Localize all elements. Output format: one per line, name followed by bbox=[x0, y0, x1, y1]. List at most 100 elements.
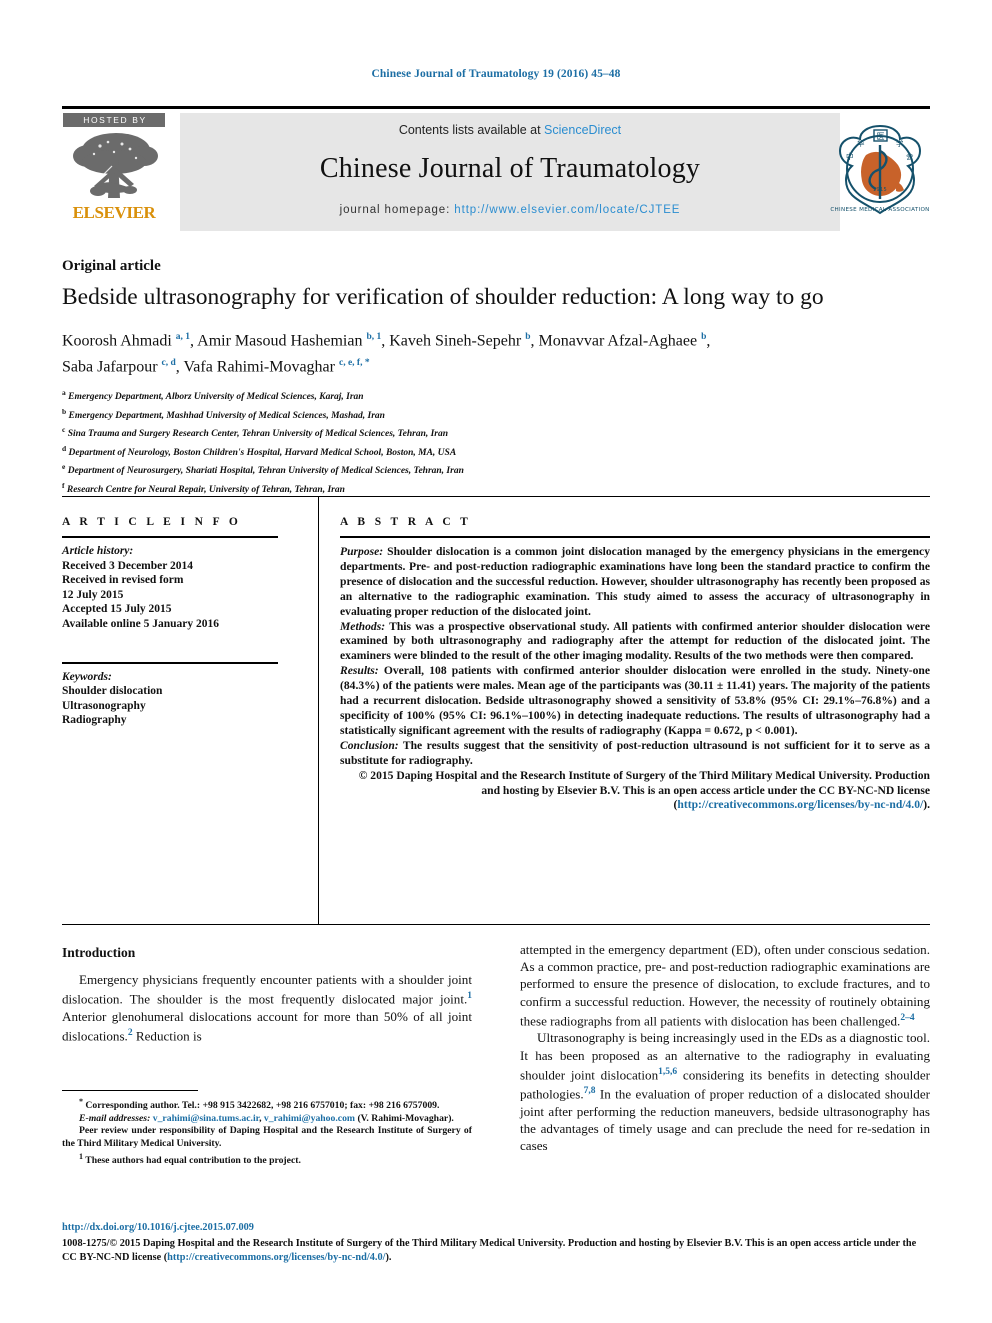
abstract-copyright: © 2015 Daping Hospital and the Research … bbox=[340, 769, 930, 814]
cc-license-link[interactable]: http://creativecommons.org/licenses/by-n… bbox=[677, 798, 923, 811]
footnotes-block: * Corresponding author. Tel.: +98 915 34… bbox=[62, 1096, 472, 1167]
svg-text:中: 中 bbox=[846, 151, 854, 161]
affiliation-text: Department of Neurosurgery, Shariati Hos… bbox=[67, 466, 464, 477]
elsevier-wordmark: ELSEVIER bbox=[72, 203, 156, 222]
citation-ref[interactable]: 1,5,6 bbox=[658, 1067, 677, 1077]
affiliation-text: Emergency Department, Mashhad University… bbox=[68, 410, 385, 421]
author-6-affil-marks: c, e, f, * bbox=[338, 358, 370, 369]
citation-ref[interactable]: 7,8 bbox=[584, 1086, 596, 1096]
affiliation-text: Sina Trauma and Surgery Research Center,… bbox=[67, 429, 449, 440]
footnote-corresponding-text: Corresponding author. Tel.: +98 915 3422… bbox=[83, 1100, 440, 1112]
history-item: Received 3 December 2014 bbox=[62, 559, 194, 572]
history-item: 12 July 2015 bbox=[62, 588, 124, 601]
svg-text:学: 学 bbox=[896, 138, 904, 148]
affiliation-mark: e bbox=[62, 462, 66, 472]
affiliation-item: e Department of Neurosurgery, Shariati H… bbox=[62, 460, 702, 479]
panel-top-rule bbox=[62, 496, 930, 497]
footnote-rule bbox=[62, 1090, 198, 1091]
svg-text:医: 医 bbox=[877, 132, 885, 141]
history-item: Accepted 15 July 2015 bbox=[62, 603, 172, 616]
footnote-corresponding-author: * Corresponding author. Tel.: +98 915 34… bbox=[62, 1096, 472, 1113]
keywords-label: Keywords: bbox=[62, 670, 112, 683]
abstract-methods-text: This was a prospective observational stu… bbox=[340, 619, 930, 663]
author-2-affil-marks: b, 1 bbox=[366, 332, 382, 342]
keywords-rule bbox=[62, 661, 278, 664]
section-heading-introduction: Introduction bbox=[62, 945, 136, 960]
chinese-medical-association-logo-icon: 医 华 中 学 会 CHINESE MEDICAL ASSOCIATION 19… bbox=[830, 124, 929, 215]
author-5-affil-marks: c, d bbox=[161, 358, 176, 369]
elsevier-logo-block: HOSTED BY ELSEVIER bbox=[62, 113, 166, 222]
abstract-conclusion-label: Conclusion: bbox=[340, 738, 399, 752]
article-info-rule bbox=[62, 536, 278, 538]
page-title: Bedside ultrasonography for verification… bbox=[62, 284, 824, 310]
homepage-prefix: journal homepage: bbox=[339, 204, 455, 216]
bottom-cc-license-link[interactable]: http://creativecommons.org/licenses/by-n… bbox=[167, 1252, 385, 1263]
affiliation-text: Department of Neurology, Boston Children… bbox=[68, 447, 457, 458]
author-1: Koorosh Ahmadi bbox=[62, 332, 176, 350]
journal-homepage-line: journal homepage: http://www.elsevier.co… bbox=[180, 204, 840, 216]
citation-ref[interactable]: 1 bbox=[467, 991, 472, 1001]
affiliation-item: f Research Centre for Neural Repair, Uni… bbox=[62, 479, 702, 498]
bottom-copyright-tail: ). bbox=[385, 1251, 392, 1263]
abstract-purpose-label: Purpose: bbox=[340, 545, 384, 558]
abstract-heading: A B S T R A C T bbox=[340, 516, 472, 528]
intro-p1-c: Reduction is bbox=[132, 1028, 202, 1044]
panel-bottom-rule bbox=[62, 924, 930, 925]
affiliation-text: Research Centre for Neural Repair, Unive… bbox=[66, 484, 345, 495]
body-column-right: attempted in the emergency department (E… bbox=[520, 941, 930, 1155]
affiliation-mark: f bbox=[62, 480, 65, 490]
homepage-url-link[interactable]: http://www.elsevier.com/locate/CJTEE bbox=[454, 204, 680, 216]
affiliation-mark: d bbox=[62, 443, 67, 453]
affiliation-item: a Emergency Department, Alborz Universit… bbox=[62, 386, 702, 405]
abstract-copyright-tail: ). bbox=[923, 798, 930, 812]
intro-p1-a: Emergency physicians frequently encounte… bbox=[62, 972, 472, 1007]
history-item: Received in revised form bbox=[62, 574, 184, 587]
keyword-item: Radiography bbox=[62, 714, 127, 727]
keyword-item: Ultrasonography bbox=[62, 699, 146, 712]
email-link-2[interactable]: v_rahimi@yahoo.com bbox=[264, 1113, 355, 1124]
affiliation-mark: a bbox=[62, 388, 66, 397]
journal-title: Chinese Journal of Traumatology bbox=[319, 153, 701, 184]
abstract-results: Results: Overall, 108 patients with conf… bbox=[340, 664, 930, 739]
email-link-1[interactable]: v_rahimi@sina.tums.ac.ir bbox=[153, 1113, 259, 1124]
author-1-affil-marks: a, 1 bbox=[175, 332, 191, 342]
sciencedirect-link[interactable]: ScienceDirect bbox=[544, 123, 621, 137]
intro-paragraph-1: Emergency physicians frequently encounte… bbox=[62, 971, 472, 1045]
article-history-label: Article history: bbox=[62, 545, 134, 557]
running-head: Chinese Journal of Traumatology 19 (2016… bbox=[371, 68, 621, 80]
abstract-body: Purpose: Shoulder dislocation is a commo… bbox=[340, 545, 930, 813]
history-item: Available online 5 January 2016 bbox=[62, 617, 219, 630]
svg-text:1915: 1915 bbox=[873, 187, 887, 193]
abstract-column: A B S T R A C T Purpose: Shoulder disloc… bbox=[340, 516, 930, 813]
masthead-center-band: Contents lists available at ScienceDirec… bbox=[180, 113, 840, 231]
affiliation-mark: b bbox=[62, 406, 67, 416]
affiliation-item: b Emergency Department, Mashhad Universi… bbox=[62, 405, 702, 424]
keyword-item: Shoulder dislocation bbox=[62, 685, 163, 698]
footnote-peer-review: Peer review under responsibility of Dapi… bbox=[62, 1125, 472, 1150]
author-sep-1: , Amir Masoud Hashemian bbox=[190, 332, 367, 350]
svg-text:华: 华 bbox=[857, 138, 865, 148]
author-list: Koorosh Ahmadi a, 1, Amir Masoud Hashemi… bbox=[62, 326, 942, 379]
abstract-purpose-text: Shoulder dislocation is a common joint d… bbox=[340, 545, 930, 618]
footnote-equal-contribution: 1 These authors had equal contribution t… bbox=[62, 1151, 472, 1168]
body-column-left: Emergency physicians frequently encounte… bbox=[62, 971, 472, 1045]
author-5: Saba Jafarpour bbox=[62, 358, 162, 376]
abstract-results-label: Results: bbox=[340, 664, 379, 678]
hosted-by-badge: HOSTED BY bbox=[63, 113, 165, 127]
svg-text:会: 会 bbox=[906, 151, 914, 161]
citation-ref[interactable]: 2–4 bbox=[900, 1013, 914, 1023]
abstract-methods: Methods: This was a prospective observat… bbox=[340, 620, 930, 665]
abstract-conclusion: Conclusion: The results suggest that the… bbox=[340, 739, 930, 769]
article-type-label: Original article bbox=[62, 258, 161, 274]
intro-p1-b: Anterior glenohumeral dislocations accou… bbox=[62, 1008, 472, 1044]
abstract-results-text: Overall, 108 patients with confirmed ant… bbox=[340, 664, 930, 737]
masthead: HOSTED BY ELSEVIER Contents lists availa… bbox=[62, 109, 930, 235]
footnote-emails: E-mail addresses: v_rahimi@sina.tums.ac.… bbox=[62, 1113, 472, 1126]
abstract-rule bbox=[340, 536, 930, 538]
abstract-purpose: Purpose: Shoulder dislocation is a commo… bbox=[340, 545, 930, 620]
affiliation-mark: c bbox=[62, 425, 66, 435]
panel-vertical-divider bbox=[318, 496, 319, 924]
affiliation-item: c Sina Trauma and Surgery Research Cente… bbox=[62, 423, 702, 442]
doi-link[interactable]: http://dx.doi.org/10.1016/j.cjtee.2015.0… bbox=[62, 1222, 254, 1233]
